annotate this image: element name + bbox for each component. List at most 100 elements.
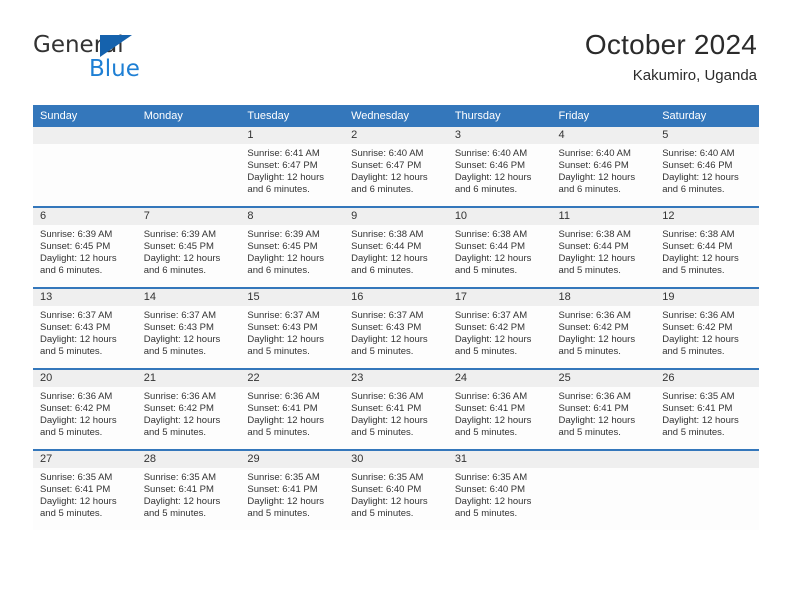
general-blue-logo[interactable]: General Blue — [33, 33, 253, 85]
day-number: 24 — [447, 370, 552, 387]
daylight-text: Daylight: 12 hours and 6 minutes. — [558, 172, 636, 196]
calendar-day-cell[interactable]: 2 Sunrise: 6:40 AM Sunset: 6:47 PM Daylight… — [344, 127, 448, 208]
daylight-text: Daylight: 12 hours and 5 minutes. — [454, 253, 532, 277]
sunrise-text: Sunrise: 6:41 AM — [247, 148, 320, 159]
page-header: General Blue October 2024 Kakumiro, Ugan… — [0, 0, 792, 104]
sunrise-text: Sunrise: 6:40 AM — [558, 148, 631, 159]
calendar-day-cell[interactable]: 14 Sunrise: 6:37 AM Sunset: 6:43 PM Dayligh… — [136, 288, 241, 370]
calendar-day-cell[interactable]: 4 Sunrise: 6:40 AM Sunset: 6:46 PM Daylight… — [551, 127, 656, 208]
calendar-week-row: 27 Sunrise: 6:35 AM Sunset: 6:41 PM Dayligh… — [33, 450, 759, 530]
day-details: Sunrise: 6:35 AM Sunset: 6:40 PM Daylight:… — [344, 468, 448, 520]
daylight-text: Daylight: 12 hours and 5 minutes. — [662, 334, 739, 358]
calendar-grid: Sunday Monday Tuesday Wednesday Thursday… — [33, 105, 759, 530]
calendar-day-cell[interactable]: 11 Sunrise: 6:38 AM Sunset: 6:44 PM Dayligh… — [551, 207, 656, 289]
calendar-day-cell[interactable]: 31 Sunrise: 6:35 AM Sunset: 6:40 PM Dayligh… — [447, 450, 552, 530]
sunset-text: Sunset: 6:40 PM — [454, 484, 526, 496]
day-details: Sunrise: 6:40 AM Sunset: 6:47 PM Daylight:… — [344, 144, 448, 196]
calendar-day-cell[interactable]: 24 Sunrise: 6:36 AM Sunset: 6:41 PM Dayligh… — [447, 369, 552, 451]
day-details: Sunrise: 6:36 AM Sunset: 6:42 PM Daylight:… — [552, 306, 656, 358]
calendar-day-cell[interactable]: 28 Sunrise: 6:35 AM Sunset: 6:41 PM Dayligh… — [136, 450, 241, 530]
sunset-text: Sunset: 6:45 PM — [143, 241, 214, 253]
day-number: 4 — [551, 127, 656, 144]
day-details: Sunrise: 6:38 AM Sunset: 6:44 PM Daylight:… — [448, 225, 552, 277]
daylight-text: Daylight: 12 hours and 5 minutes. — [40, 496, 117, 520]
sunrise-text: Sunrise: 6:35 AM — [247, 472, 320, 483]
day-details: Sunrise: 6:38 AM Sunset: 6:44 PM Daylight:… — [344, 225, 448, 277]
calendar-day-cell[interactable]: 7 Sunrise: 6:39 AM Sunset: 6:45 PM Daylight… — [136, 207, 241, 289]
day-number: 31 — [447, 451, 552, 468]
day-number: 18 — [551, 289, 656, 306]
sunrise-text: Sunrise: 6:35 AM — [662, 391, 735, 402]
calendar-day-cell[interactable]: 13 Sunrise: 6:37 AM Sunset: 6:43 PM Dayligh… — [33, 288, 137, 370]
calendar-day-cell[interactable]: 22 Sunrise: 6:36 AM Sunset: 6:41 PM Dayligh… — [240, 369, 345, 451]
calendar-day-cell[interactable]: 9 Sunrise: 6:38 AM Sunset: 6:44 PM Daylight… — [344, 207, 448, 289]
day-number: 25 — [551, 370, 656, 387]
calendar-day-cell[interactable]: 23 Sunrise: 6:36 AM Sunset: 6:41 PM Dayligh… — [344, 369, 448, 451]
day-details: Sunrise: 6:36 AM Sunset: 6:42 PM Daylight:… — [655, 306, 759, 358]
calendar-day-cell[interactable]: 8 Sunrise: 6:39 AM Sunset: 6:45 PM Daylight… — [240, 207, 345, 289]
sunset-text: Sunset: 6:45 PM — [247, 241, 318, 253]
day-details: Sunrise: 6:38 AM Sunset: 6:44 PM Daylight:… — [655, 225, 759, 277]
calendar-day-cell[interactable]: 21 Sunrise: 6:36 AM Sunset: 6:42 PM Dayligh… — [136, 369, 241, 451]
sunrise-text: Sunrise: 6:39 AM — [247, 229, 320, 240]
day-number: 26 — [655, 370, 759, 387]
weekday-header-friday: Friday — [551, 105, 656, 127]
day-number: 3 — [447, 127, 552, 144]
daylight-text: Daylight: 12 hours and 6 minutes. — [662, 172, 739, 196]
day-details: Sunrise: 6:37 AM Sunset: 6:43 PM Daylight:… — [33, 306, 137, 358]
day-number: 20 — [33, 370, 137, 387]
sunset-text: Sunset: 6:41 PM — [40, 484, 111, 496]
day-details: Sunrise: 6:36 AM Sunset: 6:42 PM Daylight:… — [137, 387, 241, 439]
calendar-day-cell[interactable]: 6 Sunrise: 6:39 AM Sunset: 6:45 PM Daylight… — [33, 207, 137, 289]
daylight-text: Daylight: 12 hours and 5 minutes. — [454, 415, 532, 439]
calendar-day-cell[interactable]: 3 Sunrise: 6:40 AM Sunset: 6:46 PM Daylight… — [447, 127, 552, 208]
calendar-day-cell[interactable]: 20 Sunrise: 6:36 AM Sunset: 6:42 PM Dayligh… — [33, 369, 137, 451]
sunset-text: Sunset: 6:42 PM — [662, 322, 733, 334]
calendar-week-row: 1 Sunrise: 6:41 AM Sunset: 6:47 PM Daylight… — [33, 127, 759, 208]
calendar-day-cell[interactable]: 17 Sunrise: 6:37 AM Sunset: 6:42 PM Dayligh… — [447, 288, 552, 370]
daylight-text: Daylight: 12 hours and 5 minutes. — [40, 415, 117, 439]
calendar-day-cell[interactable]: 16 Sunrise: 6:37 AM Sunset: 6:43 PM Dayligh… — [344, 288, 448, 370]
calendar-day-cell-empty — [136, 127, 241, 208]
sunset-text: Sunset: 6:40 PM — [351, 484, 422, 496]
sunrise-text: Sunrise: 6:37 AM — [40, 310, 113, 321]
sunrise-text: Sunrise: 6:36 AM — [454, 391, 528, 402]
daylight-text: Daylight: 12 hours and 6 minutes. — [247, 172, 324, 196]
day-details: Sunrise: 6:36 AM Sunset: 6:41 PM Daylight:… — [448, 387, 552, 439]
calendar-day-cell[interactable]: 5 Sunrise: 6:40 AM Sunset: 6:46 PM Daylight… — [655, 127, 759, 208]
sunrise-text: Sunrise: 6:35 AM — [143, 472, 217, 483]
calendar-day-cell[interactable]: 29 Sunrise: 6:35 AM Sunset: 6:41 PM Dayligh… — [240, 450, 345, 530]
day-details: Sunrise: 6:35 AM Sunset: 6:41 PM Daylight:… — [655, 387, 759, 439]
daylight-text: Daylight: 12 hours and 5 minutes. — [247, 496, 324, 520]
calendar-day-cell[interactable]: 12 Sunrise: 6:38 AM Sunset: 6:44 PM Dayligh… — [655, 207, 759, 289]
calendar-day-cell[interactable]: 26 Sunrise: 6:35 AM Sunset: 6:41 PM Dayligh… — [655, 369, 759, 451]
day-details: Sunrise: 6:36 AM Sunset: 6:41 PM Daylight:… — [552, 387, 656, 439]
daylight-text: Daylight: 12 hours and 6 minutes. — [351, 172, 428, 196]
calendar-day-cell[interactable]: 30 Sunrise: 6:35 AM Sunset: 6:40 PM Dayligh… — [344, 450, 448, 530]
sunset-text: Sunset: 6:41 PM — [662, 403, 733, 415]
calendar-day-cell[interactable]: 10 Sunrise: 6:38 AM Sunset: 6:44 PM Dayligh… — [447, 207, 552, 289]
sunrise-text: Sunrise: 6:39 AM — [40, 229, 113, 240]
calendar-day-cell[interactable]: 18 Sunrise: 6:36 AM Sunset: 6:42 PM Dayligh… — [551, 288, 656, 370]
sunset-text: Sunset: 6:41 PM — [247, 403, 318, 415]
day-number: 11 — [551, 208, 656, 225]
calendar-day-cell[interactable]: 25 Sunrise: 6:36 AM Sunset: 6:41 PM Dayligh… — [551, 369, 656, 451]
sunset-text: Sunset: 6:41 PM — [247, 484, 318, 496]
sunrise-text: Sunrise: 6:36 AM — [351, 391, 424, 402]
daylight-text: Daylight: 12 hours and 5 minutes. — [558, 253, 636, 277]
day-details: Sunrise: 6:36 AM Sunset: 6:41 PM Daylight:… — [344, 387, 448, 439]
day-details: Sunrise: 6:40 AM Sunset: 6:46 PM Daylight:… — [552, 144, 656, 196]
day-details: Sunrise: 6:37 AM Sunset: 6:43 PM Daylight:… — [344, 306, 448, 358]
calendar-day-cell[interactable]: 1 Sunrise: 6:41 AM Sunset: 6:47 PM Daylight… — [240, 127, 345, 208]
calendar-day-cell[interactable]: 19 Sunrise: 6:36 AM Sunset: 6:42 PM Dayligh… — [655, 288, 759, 370]
calendar-week-row: 20 Sunrise: 6:36 AM Sunset: 6:42 PM Dayligh… — [33, 369, 759, 451]
day-number — [33, 127, 137, 144]
sunrise-text: Sunrise: 6:39 AM — [143, 229, 217, 240]
day-number: 10 — [447, 208, 552, 225]
calendar-day-cell[interactable]: 27 Sunrise: 6:35 AM Sunset: 6:41 PM Dayligh… — [33, 450, 137, 530]
calendar-day-cell-empty — [655, 450, 759, 530]
daylight-text: Daylight: 12 hours and 6 minutes. — [351, 253, 428, 277]
calendar-day-cell[interactable]: 15 Sunrise: 6:37 AM Sunset: 6:43 PM Dayligh… — [240, 288, 345, 370]
sunrise-text: Sunrise: 6:35 AM — [40, 472, 113, 483]
logo-text-blue: Blue — [89, 56, 140, 82]
